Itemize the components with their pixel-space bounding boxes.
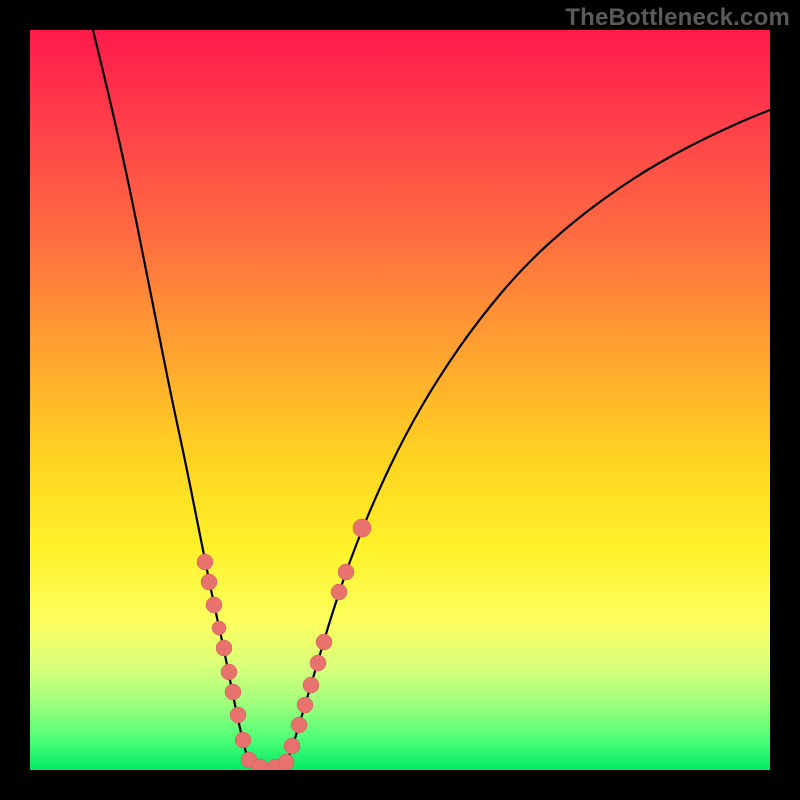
chart-frame: TheBottleneck.com	[0, 0, 800, 800]
bead-marker	[303, 677, 319, 693]
bead-marker	[225, 684, 241, 700]
bead-marker	[353, 519, 371, 537]
bead-cluster	[197, 519, 371, 770]
bead-marker	[230, 707, 246, 723]
bead-marker	[291, 717, 307, 733]
bead-marker	[197, 554, 213, 570]
bead-marker	[331, 584, 347, 600]
bead-marker	[316, 634, 332, 650]
bead-marker	[235, 732, 251, 748]
bead-marker	[216, 640, 232, 656]
watermark-text: TheBottleneck.com	[565, 4, 790, 32]
bead-marker	[221, 664, 237, 680]
bead-marker	[297, 697, 313, 713]
bead-marker	[212, 621, 226, 635]
bead-marker	[278, 754, 294, 770]
bead-marker	[206, 597, 222, 613]
v-curve	[93, 30, 770, 768]
curve-layer	[30, 30, 770, 770]
bead-marker	[338, 564, 354, 580]
bead-marker	[310, 655, 326, 671]
bead-marker	[284, 738, 300, 754]
plot-area	[30, 30, 770, 770]
bead-marker	[201, 574, 217, 590]
